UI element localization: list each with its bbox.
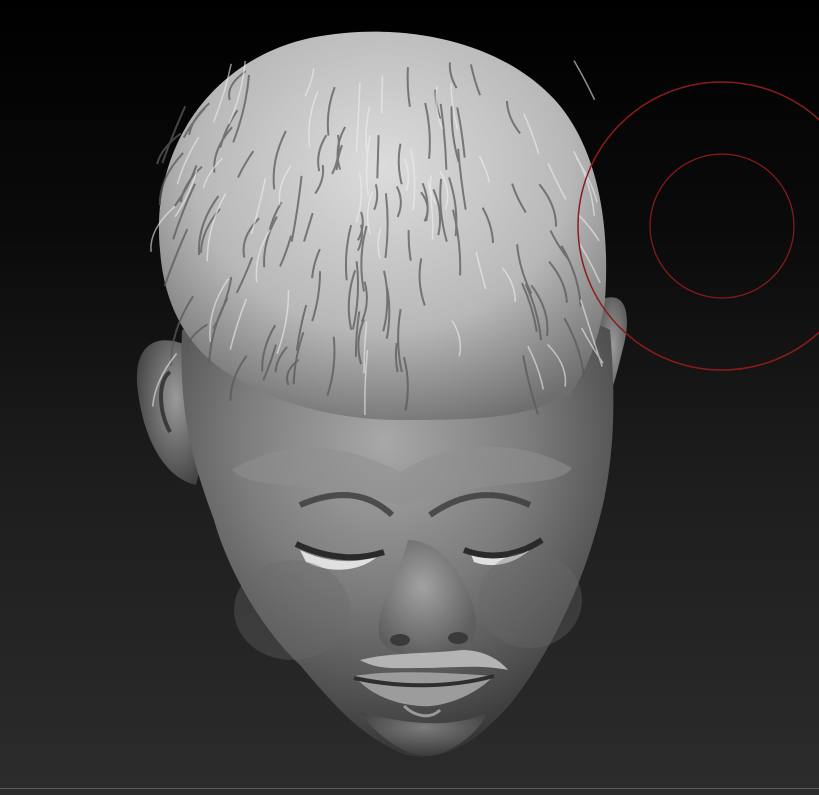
hair [150, 31, 607, 420]
hair-strand [380, 75, 384, 114]
viewport-bottom-edge [0, 788, 819, 789]
brush-inner-ring [649, 153, 795, 299]
sculpt-viewport[interactable] [0, 0, 819, 795]
viewport-canvas[interactable] [0, 0, 819, 795]
hair-strand [573, 60, 596, 101]
hair-strand [376, 135, 380, 179]
